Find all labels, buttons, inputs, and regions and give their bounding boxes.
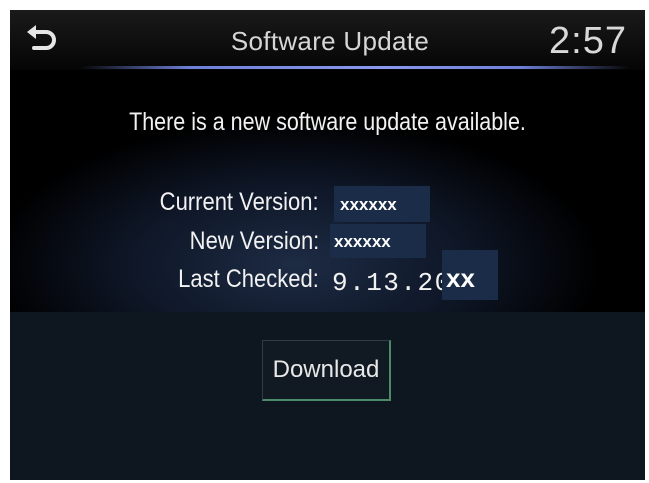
last-checked-year-value: xx: [446, 263, 475, 293]
update-available-message: There is a new software update available…: [129, 108, 526, 136]
clock: 2:57: [549, 20, 627, 62]
new-version-value-box: xxxxxx: [330, 224, 426, 258]
current-version-value: xxxxxx: [340, 195, 397, 214]
new-version-value: xxxxxx: [334, 232, 391, 251]
page-title: Software Update: [230, 26, 430, 56]
header-bar: Software Update 2:57: [10, 10, 645, 70]
infotainment-screen: Software Update 2:57 There is a new soft…: [10, 10, 645, 480]
header-divider: [80, 66, 630, 69]
new-version-label: New Version:: [189, 227, 319, 255]
back-arrow-icon: [27, 25, 56, 50]
last-checked-value: 9.13.20: [332, 268, 452, 298]
back-button[interactable]: [24, 24, 60, 54]
last-checked-label: Last Checked:: [178, 265, 319, 293]
download-button[interactable]: Download: [262, 340, 391, 401]
current-version-value-box: xxxxxx: [334, 186, 430, 222]
current-version-label: Current Version:: [160, 188, 319, 216]
last-checked-year-box: xx: [442, 250, 498, 300]
